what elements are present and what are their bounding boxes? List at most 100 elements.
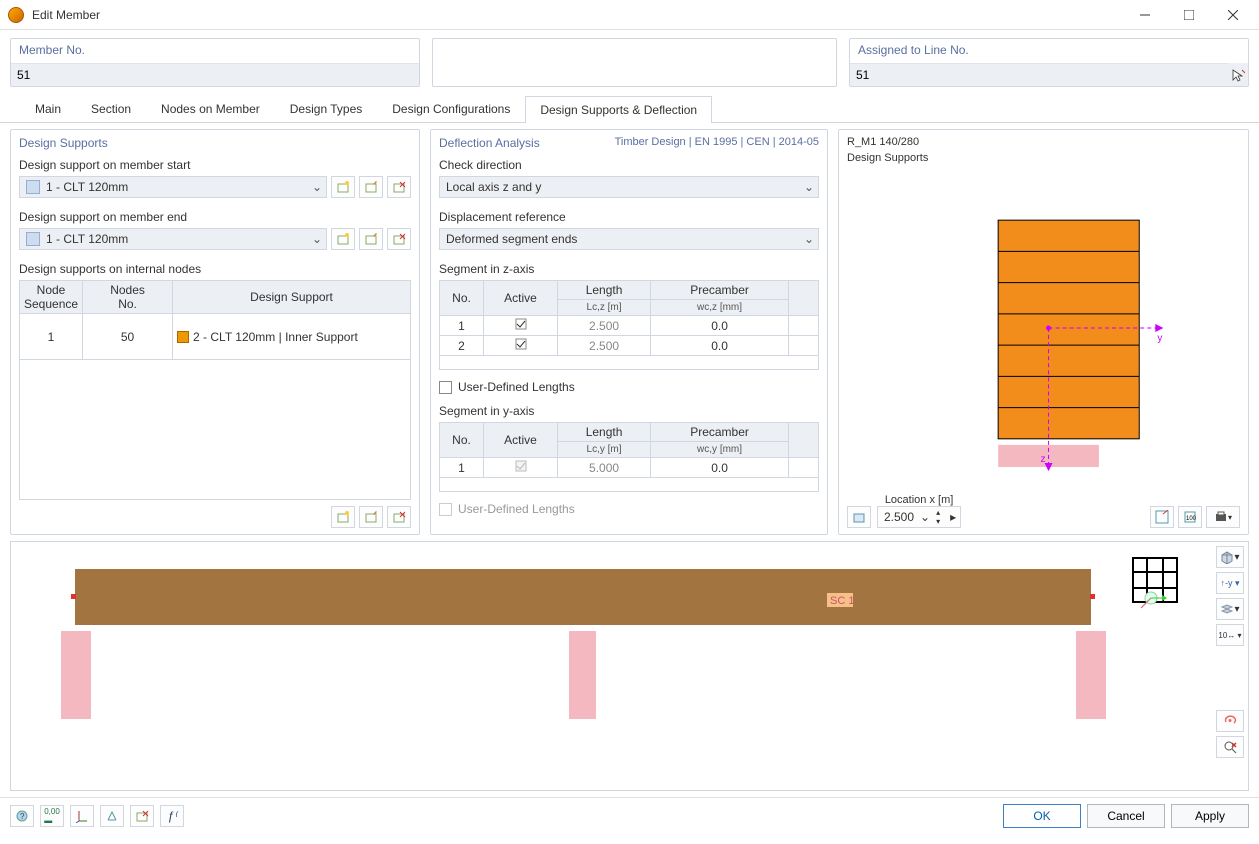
spin-buttons-icon[interactable]: ▴▾ [930,508,946,526]
table-row[interactable]: 2 2.500 0.0 [440,336,819,356]
code-ref: Timber Design | EN 1995 | CEN | 2014-05 [615,136,819,150]
view-dims-button[interactable]: 10↔ ▾ [1216,624,1244,646]
apply-button[interactable]: Apply [1171,804,1249,828]
cross-section-panel: R_M1 140/280 Design Supports [838,129,1249,535]
view-layers-button[interactable]: ▾ [1216,598,1244,620]
checkbox-checked-icon[interactable] [515,318,527,330]
member-no-input[interactable] [11,63,419,86]
location-label: Location x [m] [877,494,961,506]
segment-y-table[interactable]: No. Active Length Precamber Lc,y [m] wc,… [439,422,819,492]
svg-text:z: z [1040,454,1045,465]
member-preview[interactable]: SC 1 ▾ ↑-y ▾ ▾ 10↔ ▾ [10,541,1249,791]
disp-ref-value: Deformed segment ends [440,232,800,246]
tab-design-configs[interactable]: Design Configurations [377,95,525,122]
help-button[interactable]: ? [10,805,34,827]
rotate-button[interactable] [1216,710,1244,732]
print-button[interactable]: ▾ [1206,506,1240,528]
check-dir-label: Check direction [439,158,819,172]
edit-row-button[interactable] [359,506,383,528]
close-button[interactable] [1211,1,1255,29]
table-row[interactable]: 1 50 2 - CLT 120mm | Inner Support [20,314,411,360]
function-button[interactable]: ƒ⁽ [160,805,184,827]
deflection-title: Deflection Analysis [439,136,540,150]
new-support-button[interactable] [331,228,355,250]
member-no-label: Member No. [11,39,419,63]
color-chip-icon [26,232,40,246]
view-3d-button[interactable] [847,506,871,528]
start-label: Design support on member start [19,158,411,172]
maximize-button[interactable] [1167,1,1211,29]
tab-design-types[interactable]: Design Types [275,95,378,122]
tab-nodes[interactable]: Nodes on Member [146,95,275,122]
play-icon[interactable]: ▸ [946,510,960,524]
assigned-line-group: Assigned to Line No. [849,38,1249,87]
app-icon [8,7,24,23]
udl-y-checkbox [439,503,452,516]
picker-icon[interactable] [1228,65,1248,85]
internal-label: Design supports on internal nodes [19,262,411,276]
design-supports-panel: Design Supports Design support on member… [10,129,420,535]
support-start-dropdown[interactable]: 1 - CLT 120mm ⌄ [19,176,327,198]
check-dir-value: Local axis z and y [440,180,800,194]
units-button[interactable]: 0,00▬ [40,805,64,827]
zoom-reset-button[interactable] [1216,736,1244,758]
footer: ? 0,00▬ ƒ⁽ OK Cancel Apply [0,797,1259,834]
new-row-button[interactable] [331,506,355,528]
export-button[interactable]: 100 [1178,506,1202,528]
minimize-button[interactable] [1123,1,1167,29]
table-row[interactable]: 1 2.500 0.0 [440,316,819,336]
tab-supports-deflection[interactable]: Design Supports & Deflection [525,96,712,123]
svg-text:100: 100 [1186,516,1197,522]
disp-ref-dropdown[interactable]: Deformed segment ends ⌄ [439,228,819,250]
delete-config-button[interactable] [130,805,154,827]
middle-empty-group [432,38,837,87]
location-spinner[interactable]: 2.500 ⌄ ▴▾ ▸ [877,506,961,528]
svg-text:y: y [1157,333,1163,344]
new-support-button[interactable] [331,176,355,198]
udl-z-checkbox[interactable] [439,381,452,394]
chevron-down-icon: ⌄ [308,232,326,246]
section-viewport[interactable]: z y [847,168,1240,494]
seg-y-label: Segment in y-axis [439,404,819,418]
edit-support-button[interactable] [359,228,383,250]
delete-support-button[interactable] [387,176,411,198]
col-seq: NodeSequence [20,281,83,314]
delete-support-button[interactable] [387,228,411,250]
titlebar: Edit Member [0,0,1259,30]
internal-supports-table[interactable]: NodeSequence NodesNo. Design Support 1 5… [19,280,411,500]
table-row[interactable]: 1 5.000 0.0 [440,458,819,478]
segment-z-table[interactable]: No. Active Length Precamber Lc,z [m] wc,… [439,280,819,370]
deflection-panel: Deflection Analysis Timber Design | EN 1… [430,129,828,535]
support-start-value: 1 - CLT 120mm [46,180,308,194]
member-no-group: Member No. [10,38,420,87]
check-direction-dropdown[interactable]: Local axis z and y ⌄ [439,176,819,198]
chevron-down-icon: ⌄ [800,180,818,194]
chevron-down-icon: ⌄ [920,510,930,524]
disp-ref-label: Displacement reference [439,210,819,224]
checkbox-checked-icon[interactable] [515,338,527,350]
cancel-button[interactable]: Cancel [1087,804,1165,828]
view-cube-button[interactable]: ▾ [1216,546,1244,568]
view-xy-button[interactable]: ↑-y ▾ [1216,572,1244,594]
window-title: Edit Member [32,8,1123,22]
support-end-value: 1 - CLT 120mm [46,232,308,246]
udl-y-label: User-Defined Lengths [458,502,575,516]
col-support: Design Support [173,281,411,314]
copy-button[interactable] [100,805,124,827]
support-end-dropdown[interactable]: 1 - CLT 120mm ⌄ [19,228,327,250]
end-label: Design support on member end [19,210,411,224]
ok-button[interactable]: OK [1003,804,1081,828]
edit-support-button[interactable] [359,176,383,198]
coords-button[interactable] [70,805,94,827]
tab-main[interactable]: Main [20,95,76,122]
delete-row-button[interactable] [387,506,411,528]
ds-title: Design Supports [19,136,411,150]
color-chip-icon [26,180,40,194]
chevron-down-icon: ⌄ [800,232,818,246]
svg-text:?: ? [20,812,25,821]
sc-badge: SC 1 [830,595,854,607]
checkbox-disabled-icon [515,460,527,472]
tab-section[interactable]: Section [76,95,146,122]
assigned-line-input[interactable] [850,63,1228,86]
screenshot-button[interactable] [1150,506,1174,528]
